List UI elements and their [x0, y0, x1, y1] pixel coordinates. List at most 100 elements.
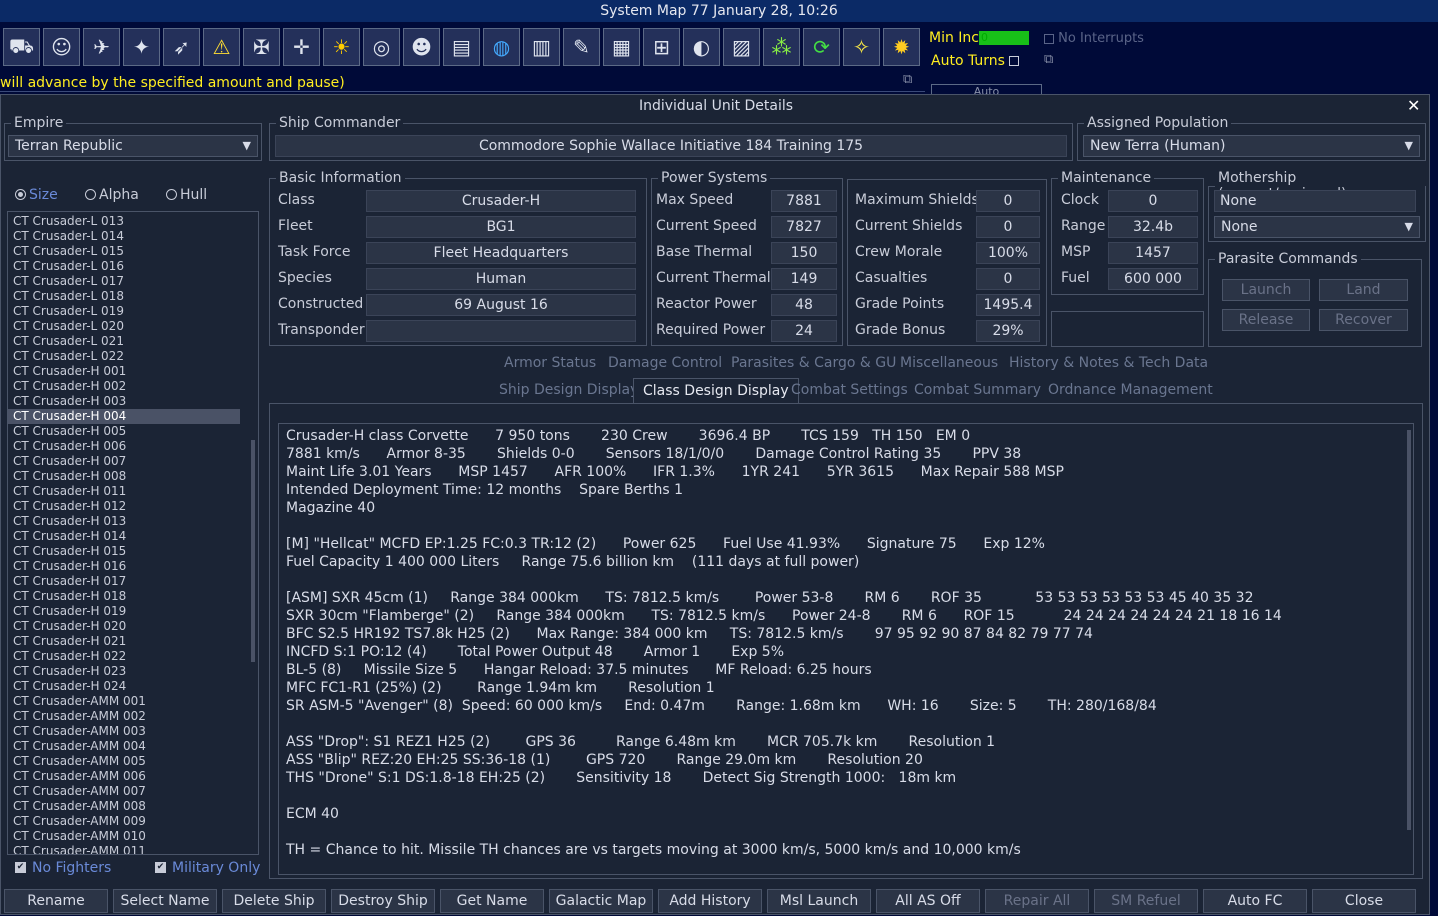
list-item[interactable]: CT Crusader-AMM 006 [8, 769, 240, 784]
population-select[interactable]: New Terra (Human) ▼ [1083, 135, 1420, 157]
ship-list[interactable]: CT Crusader-L 013 CT Crusader-L 014 CT Cru… [7, 211, 259, 855]
list-item[interactable]: CT Crusader-L 021 [8, 334, 240, 349]
popout-icon-2[interactable]: ⧉ [903, 72, 912, 87]
launch-button[interactable]: Launch [1222, 279, 1310, 301]
list-item[interactable]: CT Crusader-H 011 [8, 484, 240, 499]
list-item[interactable]: CT Crusader-H 013 [8, 514, 240, 529]
list-item[interactable]: CT Crusader-H 014 [8, 529, 240, 544]
tank-icon[interactable]: ⛟ [3, 28, 40, 66]
list-item[interactable]: CT Crusader-L 013 [8, 214, 240, 229]
list-item[interactable]: CT Crusader-AMM 007 [8, 784, 240, 799]
list-item[interactable]: CT Crusader-H 020 [8, 619, 240, 634]
tab-class-design-display[interactable]: Class Design Display [633, 378, 799, 403]
tab-combat-settings[interactable]: Combat Settings [791, 382, 908, 398]
radar-icon[interactable]: ◎ [363, 28, 400, 66]
delete-ship-button[interactable]: Delete Ship [222, 889, 326, 913]
empire-select[interactable]: Terran Republic ▼ [8, 135, 258, 157]
close-icon[interactable]: ✕ [1407, 96, 1423, 116]
no-interrupts-toggle[interactable]: No Interrupts [1044, 31, 1144, 46]
tab-damage-control[interactable]: Damage Control [608, 355, 722, 371]
destroy-ship-button[interactable]: Destroy Ship [331, 889, 435, 913]
release-button[interactable]: Release [1222, 309, 1310, 331]
list-item[interactable]: CT Crusader-H 016 [8, 559, 240, 574]
list-item[interactable]: CT Crusader-L 015 [8, 244, 240, 259]
network-icon[interactable]: ⊞ [643, 28, 680, 66]
add-history-button[interactable]: Add History [658, 889, 762, 913]
list-item[interactable]: CT Crusader-H 022 [8, 649, 240, 664]
land-button[interactable]: Land [1319, 279, 1408, 301]
no-interrupts-checkbox[interactable] [1044, 33, 1054, 44]
text-scrollbar[interactable] [1407, 430, 1411, 830]
planet-icon[interactable]: ◐ [683, 28, 720, 66]
document-icon[interactable]: ▤ [443, 28, 480, 66]
target-icon[interactable]: ✛ [283, 28, 320, 66]
list-item[interactable]: CT Crusader-H 006 [8, 439, 240, 454]
chart-icon[interactable]: ▨ [723, 28, 760, 66]
sort-size-radio[interactable]: Size [15, 187, 58, 203]
galactic-map-button[interactable]: Galactic Map [549, 889, 653, 913]
tab-combat-summary[interactable]: Combat Summary [914, 382, 1041, 398]
sort-hull-radio[interactable]: Hull [166, 187, 207, 203]
list-item[interactable]: CT Crusader-AMM 010 [8, 829, 240, 844]
sm-refuel-button[interactable]: SM Refuel [1094, 889, 1198, 913]
auto-turns-checkbox[interactable] [1009, 56, 1020, 66]
recover-button[interactable]: Recover [1319, 309, 1408, 331]
list-item[interactable]: CT Crusader-H 017 [8, 574, 240, 589]
list-item[interactable]: CT Crusader-AMM 004 [8, 739, 240, 754]
military-only-toggle[interactable]: ✔ Military Only [155, 860, 260, 876]
msl-launch-button[interactable]: Msl Launch [767, 889, 871, 913]
list-item[interactable]: CT Crusader-AMM 003 [8, 724, 240, 739]
buildings-icon[interactable]: ▦ [603, 28, 640, 66]
map-icon[interactable]: ✧ [843, 28, 880, 66]
list-item[interactable]: CT Crusader-L 016 [8, 259, 240, 274]
auto-turns-toggle[interactable]: Auto Turns [931, 53, 1020, 69]
list-item[interactable]: CT Crusader-L 017 [8, 274, 240, 289]
commander-icon[interactable]: ☺ [43, 28, 80, 66]
list-item[interactable]: CT Crusader-H 024 [8, 679, 240, 694]
list-item[interactable]: CT Crusader-AMM 009 [8, 814, 240, 829]
list-item[interactable]: CT Crusader-H 021 [8, 634, 240, 649]
fighter-icon[interactable]: ✦ [123, 28, 160, 66]
wrench-icon[interactable]: ✎ [563, 28, 600, 66]
list-item[interactable]: CT Crusader-H 015 [8, 544, 240, 559]
ship-design-icon[interactable]: ✈ [83, 28, 120, 66]
class-design-text[interactable]: Crusader-H class Corvette 7 950 tons 230… [278, 423, 1414, 875]
list-item[interactable]: CT Crusader-AMM 002 [8, 709, 240, 724]
tab-parasites-cargo-gu[interactable]: Parasites & Cargo & GU [731, 355, 896, 371]
tab-armor-status[interactable]: Armor Status [504, 355, 596, 371]
sun-icon[interactable]: ☀ [323, 28, 360, 66]
cluster-icon[interactable]: ⁂ [763, 28, 800, 66]
list-item[interactable]: CT Crusader-AMM 001 [8, 694, 240, 709]
no-fighters-toggle[interactable]: ✔ No Fighters [15, 860, 111, 876]
list-item[interactable]: CT Crusader-H 023 [8, 664, 240, 679]
popout-icon[interactable]: ⧉ [1044, 52, 1053, 67]
list-item[interactable]: CT Crusader-H 018 [8, 589, 240, 604]
tab-miscellaneous[interactable]: Miscellaneous [900, 355, 998, 371]
select-name-button[interactable]: Select Name [113, 889, 217, 913]
globe-icon[interactable]: ◍ [483, 28, 520, 66]
gear-icon[interactable]: ✹ [883, 28, 920, 66]
list-item[interactable]: CT Crusader-L 018 [8, 289, 240, 304]
list-scrollbar[interactable] [251, 440, 255, 662]
list-item[interactable]: CT Crusader-L 020 [8, 319, 240, 334]
missile-icon[interactable]: ➶ [163, 28, 200, 66]
list-item[interactable]: CT Crusader-H 005 [8, 424, 240, 439]
alien-icon[interactable]: ☻ [403, 28, 440, 66]
repair-all-button[interactable]: Repair All [985, 889, 1089, 913]
list-item[interactable]: CT Crusader-AMM 011 [8, 844, 240, 854]
close-button[interactable]: Close [1312, 889, 1416, 913]
tab-ordnance-management[interactable]: Ordnance Management [1048, 382, 1213, 398]
list-item[interactable]: CT Crusader-H 008 [8, 469, 240, 484]
min-inc-input[interactable]: 0 [979, 31, 1029, 45]
auto-fc-button[interactable]: Auto FC [1203, 889, 1307, 913]
warning-icon[interactable]: ⚠ [203, 28, 240, 66]
list-item[interactable]: CT Crusader-H 019 [8, 604, 240, 619]
auto-button[interactable]: Auto [931, 84, 1042, 94]
list-item[interactable]: CT Crusader-H 012 [8, 499, 240, 514]
get-name-button[interactable]: Get Name [440, 889, 544, 913]
ship-icon[interactable]: ✠ [243, 28, 280, 66]
rename-button[interactable]: Rename [4, 889, 108, 913]
mothership-select[interactable]: None ▼ [1214, 216, 1420, 238]
list-item[interactable]: CT Crusader-L 014 [8, 229, 240, 244]
tab-ship-design-display[interactable]: Ship Design Display [499, 382, 638, 398]
